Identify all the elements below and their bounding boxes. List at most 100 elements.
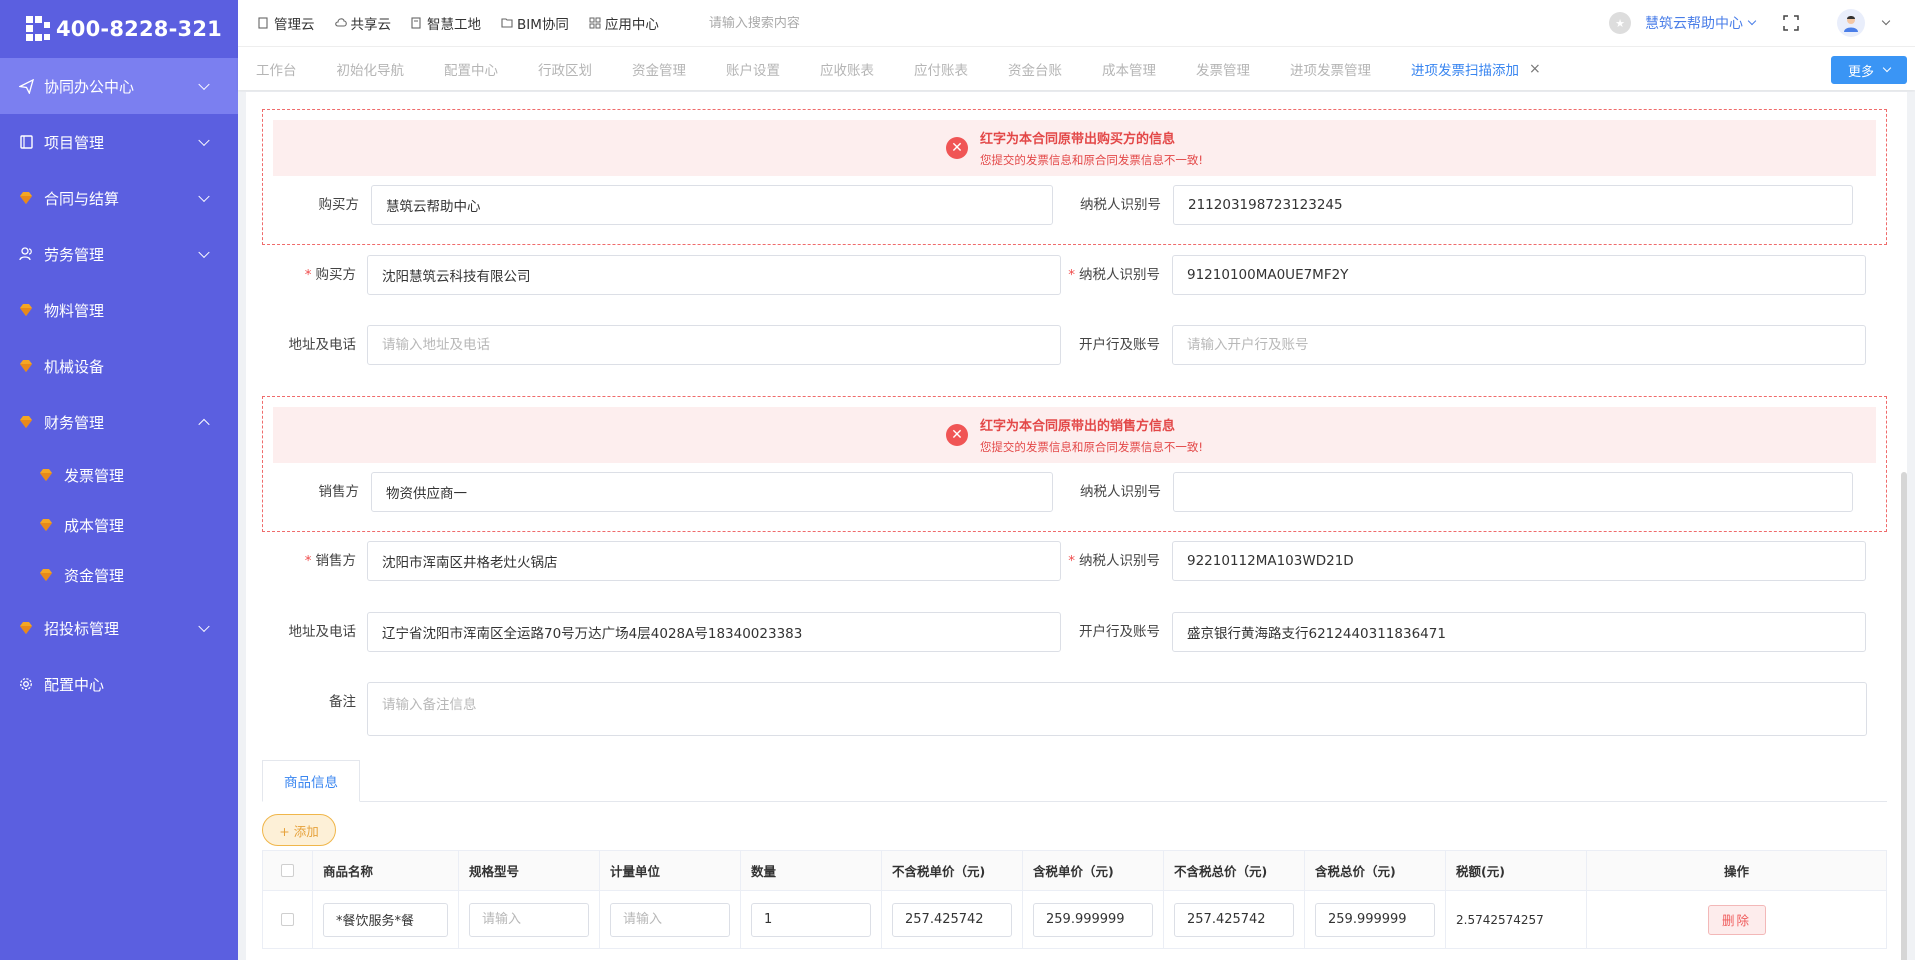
spec-input[interactable] <box>469 902 589 937</box>
help-center-label: 慧筑云帮助中心 <box>1645 16 1743 32</box>
header-cell: 数量 <box>740 851 881 890</box>
gem-icon <box>38 467 54 483</box>
help-center-dropdown[interactable]: ★ 慧筑云帮助中心 <box>1609 12 1757 34</box>
topnav-smart-site[interactable]: 智慧工地 <box>411 13 481 33</box>
topnav-label: BIM协同 <box>517 17 569 33</box>
table-header: 商品名称 规格型号 计量单位 数量 不含税单价（元) 含税单价（元) 不含税总价… <box>262 851 1887 891</box>
buyer-address-field[interactable] <box>367 325 1061 365</box>
topnav-bim[interactable]: BIM协同 <box>501 13 569 33</box>
paper-plane-icon <box>18 78 34 94</box>
chevron-down-icon[interactable] <box>1881 16 1891 26</box>
chevron-down-icon <box>198 134 210 147</box>
sidebar-item-material[interactable]: 物料管理 <box>0 282 238 338</box>
sidebar-subitem-cost[interactable]: 成本管理 <box>0 500 238 550</box>
gear-icon <box>18 676 34 692</box>
sidebar-item-machinery[interactable]: 机械设备 <box>0 338 238 394</box>
tab-input-invoice-scan[interactable]: 进项发票扫描添加 × <box>1411 59 1541 79</box>
buyer-bank-field[interactable] <box>1172 325 1866 365</box>
original-buyer-field[interactable] <box>371 185 1053 225</box>
buyer-field[interactable] <box>367 255 1061 295</box>
field-label: * 纳税人识别号 <box>1068 553 1160 569</box>
header-cell: 含税单价（元) <box>1022 851 1163 890</box>
sidebar-item-project[interactable]: 项目管理 <box>0 114 238 170</box>
scroll-thumb[interactable] <box>1901 472 1907 960</box>
goods-name-input[interactable] <box>323 902 448 937</box>
unit-price-in-tax-input[interactable] <box>1033 902 1153 937</box>
sidebar-subitem-funds[interactable]: 资金管理 <box>0 550 238 600</box>
delete-button[interactable]: 删除 <box>1707 904 1766 935</box>
header-cell: 操作 <box>1586 851 1887 890</box>
seller-bank-field[interactable] <box>1172 612 1866 652</box>
tab-invoice[interactable]: 发票管理 <box>1196 59 1250 79</box>
close-icon[interactable]: × <box>1529 61 1541 77</box>
topnav-share-cloud[interactable]: 共享云 <box>334 13 392 33</box>
error-icon: ✕ <box>945 137 968 159</box>
unit-input[interactable] <box>610 902 730 937</box>
unit-price-ex-tax-input[interactable] <box>892 902 1012 937</box>
tab-init-nav[interactable]: 初始化导航 <box>337 59 405 79</box>
chevron-down-icon <box>198 246 210 259</box>
sidebar-item-collab[interactable]: 协同办公中心 <box>0 58 238 114</box>
sidebar-item-finance[interactable]: 财务管理 <box>0 394 238 450</box>
field-label: 备注 <box>329 694 356 710</box>
tab-input-invoice[interactable]: 进项发票管理 <box>1290 59 1371 79</box>
sidebar-item-bidding[interactable]: 招投标管理 <box>0 600 238 656</box>
tab-cost[interactable]: 成本管理 <box>1102 59 1156 79</box>
tab-admin-region[interactable]: 行政区划 <box>538 59 592 79</box>
original-buyer-tax-field[interactable] <box>1173 185 1853 225</box>
tab-workbench[interactable]: 工作台 <box>256 59 297 79</box>
tab-label: 进项发票扫描添加 <box>1411 62 1519 79</box>
select-all-checkbox[interactable] <box>281 864 294 877</box>
seller-tax-field[interactable] <box>1172 541 1866 581</box>
topnav-management-cloud[interactable]: 管理云 <box>258 13 315 33</box>
search-input[interactable] <box>708 15 909 31</box>
quantity-input[interactable] <box>751 902 871 937</box>
topnav-app-center[interactable]: 应用中心 <box>589 13 659 33</box>
sidebar-item-label: 协同办公中心 <box>44 77 135 96</box>
sidebar-item-labor[interactable]: 劳务管理 <box>0 226 238 282</box>
header-cell <box>262 851 312 890</box>
more-label: 更多 <box>1847 64 1874 80</box>
sidebar-subitem-label: 成本管理 <box>64 516 125 535</box>
scrollbar[interactable] <box>1901 92 1907 960</box>
topnav-label: 智慧工地 <box>427 17 481 33</box>
table-row: 2.5742574257 删除 <box>262 891 1887 949</box>
more-button[interactable]: 更多 <box>1831 56 1907 84</box>
document-icon <box>411 17 423 29</box>
original-seller-tax-field[interactable] <box>1173 472 1853 512</box>
gem-icon <box>18 302 34 318</box>
top-nav: 管理云 共享云 智慧工地 BIM协同 应用中心 <box>238 13 909 33</box>
fullscreen-icon[interactable] <box>1783 15 1799 31</box>
header-cell: 计量单位 <box>599 851 740 890</box>
tab-payable[interactable]: 应付账表 <box>914 59 968 79</box>
original-seller-field[interactable] <box>371 472 1053 512</box>
sidebar-item-contract[interactable]: 合同与结算 <box>0 170 238 226</box>
header-cell: 不含税单价（元) <box>881 851 1022 890</box>
row-checkbox[interactable] <box>281 913 294 926</box>
tab-config[interactable]: 配置中心 <box>444 59 498 79</box>
remark-field[interactable] <box>367 682 1867 736</box>
tab-funds[interactable]: 资金管理 <box>632 59 686 79</box>
row-cell <box>1022 891 1163 948</box>
tab-account[interactable]: 账户设置 <box>726 59 780 79</box>
row-cell <box>599 891 740 948</box>
logo: 400-8228-321 <box>0 0 238 58</box>
field-label: 地址及电话 <box>288 624 357 640</box>
gem-icon <box>38 567 54 583</box>
total-ex-tax-input[interactable] <box>1174 902 1294 937</box>
seller-address-field[interactable] <box>367 612 1061 652</box>
total-in-tax-input[interactable] <box>1315 902 1435 937</box>
user-avatar[interactable] <box>1837 9 1865 37</box>
tab-funds-ledger[interactable]: 资金台账 <box>1008 59 1062 79</box>
sidebar-subitem-invoice[interactable]: 发票管理 <box>0 450 238 500</box>
buyer-tax-field[interactable] <box>1172 255 1866 295</box>
seller-field[interactable] <box>367 541 1061 581</box>
warning-title: 红字为本合同原带出购买方的信息 <box>979 132 1175 147</box>
add-button[interactable]: + 添加 <box>262 814 336 846</box>
topnav-label: 共享云 <box>350 17 392 33</box>
row-cell: 删除 <box>1586 891 1887 948</box>
tab-goods-info[interactable]: 商品信息 <box>262 760 360 802</box>
tab-receivable[interactable]: 应收账表 <box>820 59 874 79</box>
header-cell: 规格型号 <box>458 851 599 890</box>
sidebar-item-config[interactable]: 配置中心 <box>0 656 238 712</box>
